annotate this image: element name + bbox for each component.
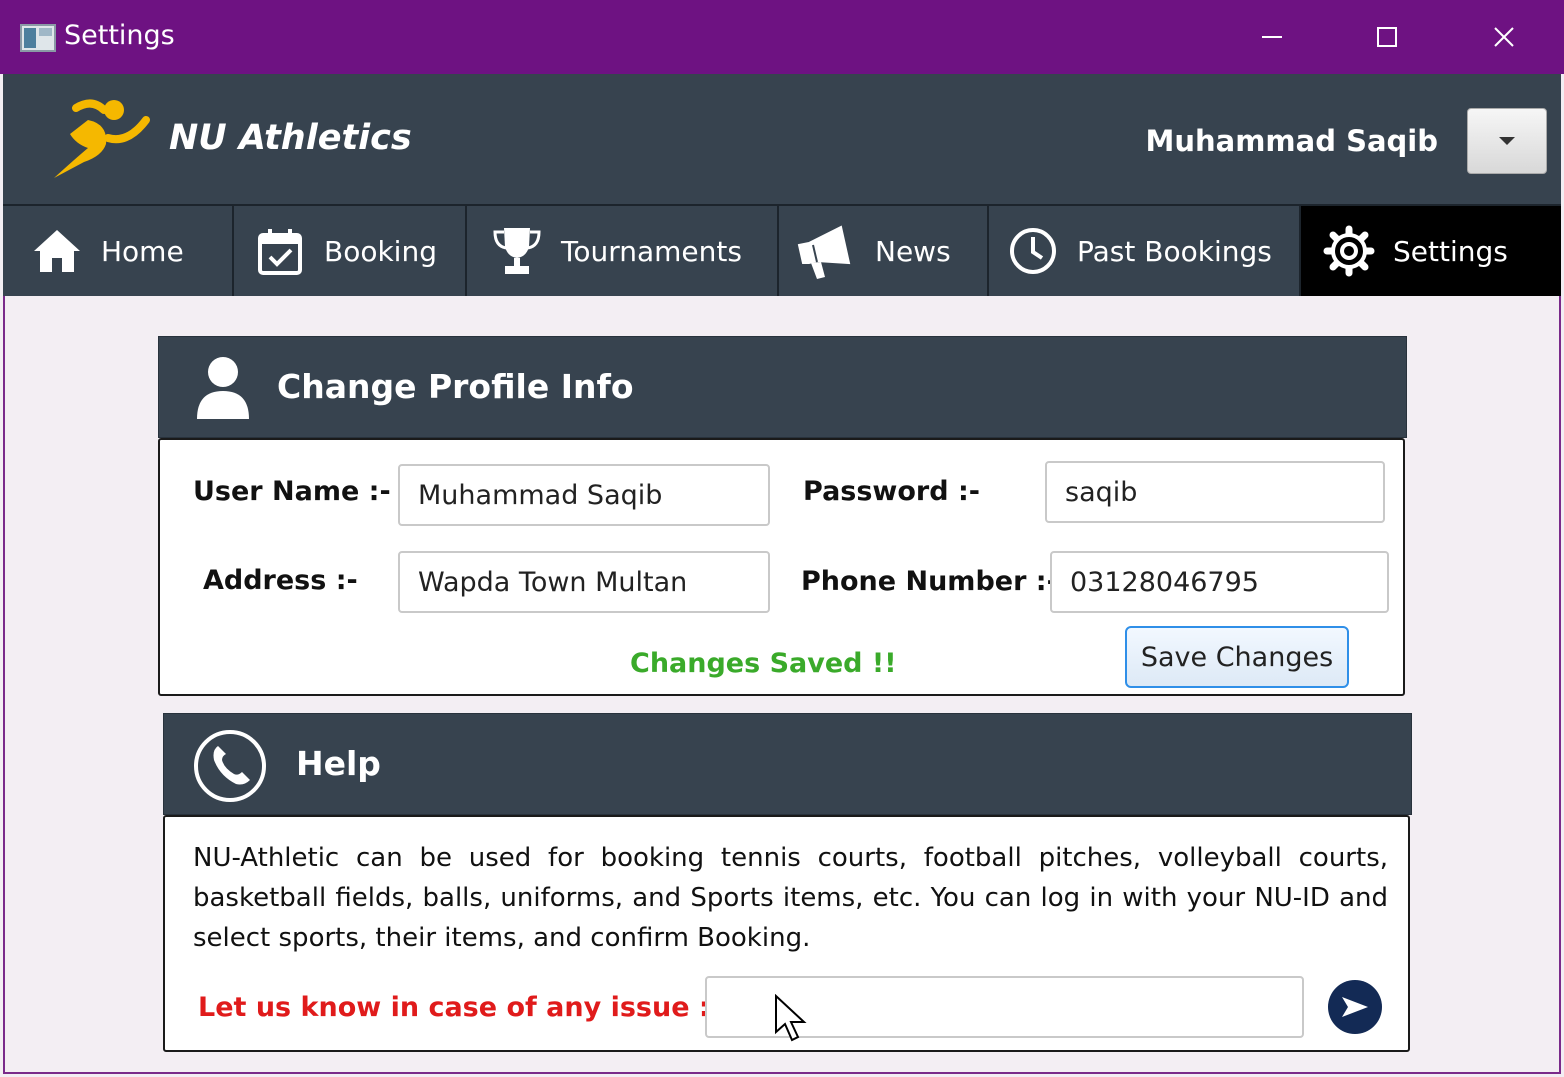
status-message: Changes Saved !! [630, 648, 897, 679]
user-name-input[interactable] [398, 464, 770, 526]
issue-label: Let us know in case of any issue :- [198, 992, 721, 1023]
tab-label: Home [101, 234, 184, 268]
minimize-icon [1262, 36, 1282, 38]
main-nav: Home Booking Tournaments News Past Booki… [3, 206, 1561, 296]
address-label: Address :- [203, 565, 358, 596]
app-header: NU Athletics Muhammad Saqib [3, 74, 1561, 206]
tab-label: Tournaments [561, 234, 742, 268]
clock-icon [1010, 228, 1056, 274]
window-titlebar: Settings [0, 0, 1564, 74]
save-changes-button[interactable]: Save Changes [1125, 626, 1349, 688]
app-icon [20, 24, 56, 52]
window-title: Settings [64, 20, 175, 51]
brand-name: NU Athletics [169, 118, 412, 158]
tab-past-bookings[interactable]: Past Bookings [989, 206, 1301, 296]
help-panel-header: Help [163, 713, 1412, 815]
user-name-label: User Name :- [193, 476, 391, 507]
user-name: Muhammad Saqib [1145, 124, 1439, 158]
phone-number-label: Phone Number :- [801, 566, 1058, 597]
maximize-icon [1377, 27, 1397, 47]
issue-input[interactable] [705, 976, 1304, 1038]
user-icon [197, 357, 249, 419]
tab-label: Booking [324, 234, 437, 268]
send-button[interactable] [1328, 980, 1382, 1034]
caret-down-icon [1499, 137, 1515, 145]
tab-news[interactable]: News [779, 206, 989, 296]
tab-home[interactable]: Home [3, 206, 234, 296]
calendar-check-icon [258, 229, 302, 275]
tab-settings[interactable]: Settings [1301, 206, 1561, 296]
close-button[interactable] [1474, 14, 1534, 60]
help-description: NU-Athletic can be used for booking tenn… [193, 843, 1388, 953]
megaphone-icon [797, 225, 851, 279]
password-input[interactable] [1045, 461, 1385, 523]
gear-icon [1323, 225, 1375, 277]
tab-booking[interactable]: Booking [234, 206, 467, 296]
profile-panel-title: Change Profile Info [277, 367, 634, 406]
maximize-button[interactable] [1357, 14, 1417, 60]
tab-label: News [875, 234, 951, 268]
tab-label: Settings [1393, 234, 1508, 268]
profile-panel-header: Change Profile Info [158, 336, 1407, 438]
help-panel-title: Help [296, 744, 381, 783]
phone-number-input[interactable] [1050, 551, 1389, 613]
address-input[interactable] [398, 551, 770, 613]
home-icon [34, 230, 80, 272]
send-icon [1342, 997, 1368, 1017]
runner-logo-icon [54, 99, 150, 178]
password-label: Password :- [803, 476, 980, 507]
tab-tournaments[interactable]: Tournaments [467, 206, 779, 296]
trophy-icon [493, 228, 541, 274]
user-menu-button[interactable] [1467, 108, 1547, 174]
close-icon [1494, 27, 1514, 47]
phone-icon [194, 730, 266, 802]
tab-label: Past Bookings [1077, 234, 1272, 268]
minimize-button[interactable] [1242, 14, 1302, 60]
